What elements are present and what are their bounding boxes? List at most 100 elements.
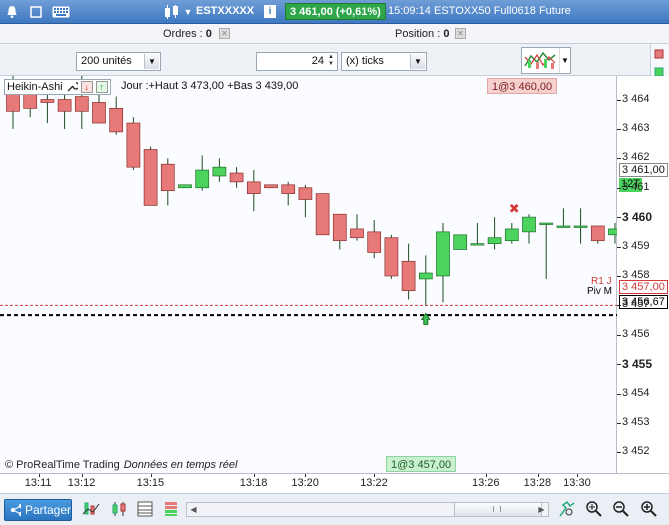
y-tick-label: 3 452 [622,445,650,458]
candle-body [470,243,485,246]
close-orders-icon[interactable]: ✕ [219,28,230,39]
candle-body [384,237,399,277]
indicator-icon[interactable] [82,500,100,518]
x-tick-label: 13:26 [472,477,500,489]
candle-body [436,231,450,277]
candle-body [40,99,55,103]
candle-body [264,184,278,189]
chart-scrollbar[interactable]: ◀ ▶ [186,502,549,517]
indicator-label[interactable]: Heikin-Ashi [7,81,63,93]
info-icon[interactable]: i [264,5,276,18]
x-tick-label: 13:11 [24,477,52,489]
candle-body [195,169,210,189]
zoom-out-icon[interactable] [612,500,630,518]
y-tick [617,187,621,189]
y-tick [617,246,621,248]
instrument-name: ESTOXX50 Full0618 Future [434,5,571,17]
candle-body [143,149,158,206]
candle-body [281,184,296,194]
candle-body [418,272,433,280]
r1-price-box: 3 457,00 [619,280,668,294]
candle-body [74,96,89,112]
y-tick-label: 3 456 [622,327,650,340]
indicator-header[interactable]: Heikin-Ashi ↓ ↑ [4,79,111,95]
x-tick-label: 13:20 [291,477,319,489]
candle-body [401,260,416,292]
bottom-toolbar: Partager ◀ ▶ [0,493,669,525]
ticks-unit-select[interactable]: (x) ticks ▼ [341,52,427,71]
scrollbar-thumb[interactable] [454,503,542,516]
candles-icon[interactable] [110,500,128,518]
grip-icon [493,506,501,512]
y-tick-label: 3 461 [622,180,650,193]
price-chart[interactable]: ✖ Heikin-Ashi ↓ ↑ Jour :+Haut 3 473,00 +… [0,76,617,473]
candle-body [160,163,175,192]
chevron-down-icon: ▼ [144,54,159,69]
candle-body [57,99,72,112]
candle-body [23,93,38,109]
symbol-dropdown-icon[interactable]: ▼ [183,4,193,20]
x-tick-label: 13:12 [67,477,96,489]
units-select-value: 200 unités [81,55,132,67]
title-bar: ▼ ESTXXXXX i 3 461,00 (+0,61%) 15:09:14 … [0,0,669,24]
chevron-down-icon: ▼ [410,54,425,69]
x-tick-label: 13:28 [523,477,552,489]
ticks-stepper[interactable]: 24 ▲ ▼ [256,52,338,71]
chart-type-icon [524,51,556,69]
y-tick [617,334,621,336]
scroll-left-icon[interactable]: ◀ [187,503,200,516]
share-icon [10,503,21,517]
square-icon[interactable] [29,4,43,20]
chart-type-button[interactable]: ▼ [521,47,571,74]
dom-icon[interactable] [162,500,180,518]
realtime-label: Données en temps réel [123,459,238,471]
x-tick-label: 13:22 [360,477,388,489]
price-axis[interactable]: 3 461,00 12T 3 457,00 3 456,67 3 464 3 46… [617,76,669,473]
time-axis[interactable]: 13:11 13:12 13:15 13:18 13:20 13:22 13:26 13:28… [0,473,669,493]
close-position-icon[interactable]: ✕ [455,28,466,39]
candle-body [126,122,141,168]
stepper-arrows-icon[interactable]: ▲ ▼ [326,54,336,69]
candle-body [229,172,244,183]
y-tick [617,275,621,277]
candle-body [573,225,588,228]
copyright-text: © ProRealTime Trading Données en temps ré… [5,459,237,471]
scroll-right-icon[interactable]: ▶ [535,503,548,516]
candle-body [315,193,330,236]
y-tick [617,305,621,307]
orders-label: Ordres : 0 [163,28,212,40]
chart-toolbar: 200 unités ▼ 24 ▲ ▼ (x) ticks ▼ ▼ [0,44,669,76]
chart-tools-icon[interactable] [558,500,576,518]
candle-body [298,187,313,200]
bell-icon[interactable] [5,4,19,20]
candle-body [332,213,347,242]
y-tick [617,158,621,160]
wrench-icon[interactable] [66,81,78,93]
copyright-label: © ProRealTime Trading [5,459,120,471]
y-tick [617,128,621,130]
y-tick [617,393,621,395]
candle-body [556,225,571,228]
zoom-in-icon[interactable] [640,500,658,518]
orders-bar: Ordres : 0 ✕ Position : 0 ✕ [0,24,669,44]
position-label: Position : 0 [395,28,450,40]
orders-count: 0 [205,28,212,40]
units-select[interactable]: 200 unités ▼ [76,52,161,71]
buy-order-tag[interactable]: 1@3 457,00 [386,456,457,472]
instrument-link-icon[interactable] [163,4,181,20]
sell-order-tag[interactable]: 1@3 460,00 [487,78,558,94]
candle-body [350,228,364,239]
keyboard-icon[interactable] [52,4,70,20]
candle-body [590,225,605,242]
candle-body [246,181,261,194]
y-tick-label: 3 455 [622,357,653,372]
symbol-label[interactable]: ESTXXXXX [196,5,254,17]
buy-icon[interactable]: ↑ [95,81,108,93]
share-button[interactable]: Partager [4,499,72,521]
y-tick [617,217,621,219]
order-book-icon[interactable] [136,500,154,518]
zoom-fit-icon[interactable] [585,500,603,518]
pivot-line-label: Piv M [587,286,612,297]
sell-icon[interactable]: ↓ [80,81,93,93]
candlestick-plot[interactable]: ✖ [0,76,617,473]
